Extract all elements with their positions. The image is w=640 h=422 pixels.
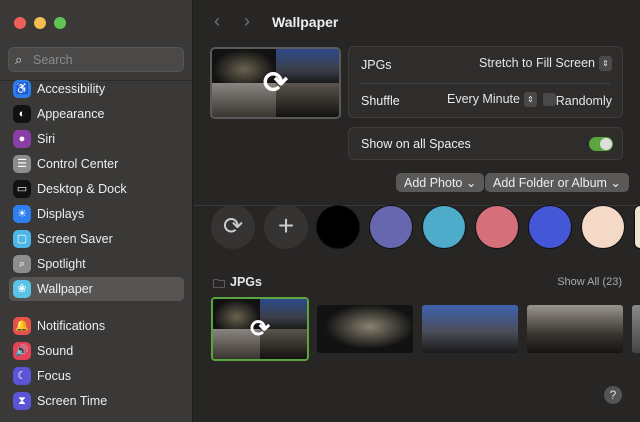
sidebar-item-accessibility[interactable]: ♿ Accessibility: [9, 77, 184, 101]
show-all-link[interactable]: Show All (23): [557, 276, 622, 288]
sidebar-item-wallpaper[interactable]: ❀ Wallpaper: [9, 277, 184, 301]
spaces-card: Show on all Spaces: [348, 127, 623, 160]
shuffle-interval-select[interactable]: Every Minute ⇕: [447, 92, 537, 108]
color-swatch[interactable]: [528, 205, 572, 249]
shuffle-icon: ⟳: [249, 315, 271, 343]
randomly-checkbox[interactable]: [543, 93, 556, 106]
divider: [361, 83, 610, 84]
wallpaper-preview: ⟳: [210, 47, 341, 119]
color-swatch[interactable]: [634, 205, 640, 249]
wallpaper-icon: ❀: [13, 280, 31, 298]
sidebar-item-desktop-dock[interactable]: ▭ Desktop & Dock: [9, 177, 184, 201]
sidebar-item-control-center[interactable]: ☰ Control Center: [9, 152, 184, 176]
sidebar-item-spotlight[interactable]: ⌕ Spotlight: [9, 252, 184, 276]
sidebar: ⌕ Search ♿ Accessibility ◐ Appearance ● Siri ☰…: [0, 0, 193, 422]
divider: [194, 205, 640, 206]
page-title: Wallpaper: [272, 14, 339, 30]
zoom-button[interactable]: [54, 17, 66, 29]
color-swatch[interactable]: [422, 205, 466, 249]
add-photo-button[interactable]: Add Photo ⌄: [396, 173, 485, 192]
color-swatch[interactable]: [316, 205, 360, 249]
control-center-icon: ☰: [13, 155, 31, 173]
sidebar-item-label: Accessibility: [37, 82, 106, 96]
desktop-dock-icon: ▭: [13, 180, 31, 198]
sidebar-item-siri[interactable]: ● Siri: [9, 127, 184, 151]
search-input[interactable]: ⌕ Search: [8, 47, 184, 72]
auto-rotate-button[interactable]: ⟳: [211, 205, 255, 249]
stepper-icon: ⇕: [523, 92, 537, 108]
thumbnail[interactable]: [632, 305, 640, 353]
stepper-icon: ⇕: [599, 56, 612, 72]
color-swatch[interactable]: [581, 205, 625, 249]
randomly-label: Randomly: [555, 94, 612, 108]
main-pane: ‹ › Wallpaper ⟳ JPGs Stretch to Fill Scr…: [194, 0, 640, 422]
accessibility-icon: ♿: [13, 80, 31, 98]
help-button[interactable]: ?: [604, 386, 622, 404]
thumbnail-shuffle[interactable]: ⟳: [211, 297, 309, 361]
sidebar-item-label: Siri: [37, 132, 56, 146]
sidebar-item-label: Wallpaper: [37, 282, 93, 296]
plus-icon: +: [277, 210, 295, 241]
shuffle-icon: ⟳: [262, 66, 289, 100]
sidebar-item-focus[interactable]: ☾ Focus: [9, 364, 184, 388]
notifications-icon: 🔔: [13, 317, 31, 335]
shuffle-label: Shuffle: [361, 94, 400, 108]
add-color-button[interactable]: +: [264, 205, 308, 249]
sidebar-item-label: Screen Time: [37, 394, 108, 408]
thumbnail[interactable]: [527, 305, 623, 353]
sidebar-item-label: Displays: [37, 207, 85, 221]
folder-label: JPGs: [361, 58, 392, 72]
focus-icon: ☾: [13, 367, 31, 385]
show-all-spaces-label: Show on all Spaces: [361, 137, 471, 151]
add-folder-button[interactable]: Add Folder or Album ⌄: [485, 173, 629, 192]
sidebar-item-label: Appearance: [37, 107, 105, 121]
color-swatch[interactable]: [475, 205, 519, 249]
sidebar-item-label: Control Center: [37, 157, 119, 171]
sidebar-item-displays[interactable]: ☀ Displays: [9, 202, 184, 226]
settings-card: JPGs Stretch to Fill Screen ⇕ Shuffle Eve…: [348, 46, 623, 118]
displays-icon: ☀: [13, 205, 31, 223]
sidebar-item-label: Spotlight: [37, 257, 86, 271]
sidebar-item-sound[interactable]: 🔊 Sound: [9, 339, 184, 363]
collection-title: JPGs: [230, 275, 262, 289]
sidebar-item-label: Desktop & Dock: [37, 182, 127, 196]
thumbnail[interactable]: [317, 305, 413, 353]
appearance-icon: ◐: [13, 105, 31, 123]
show-all-spaces-toggle[interactable]: [589, 137, 613, 151]
forward-button[interactable]: ›: [244, 11, 250, 32]
sidebar-item-label: Screen Saver: [37, 232, 113, 246]
thumbnail[interactable]: [422, 305, 518, 353]
sidebar-item-label: Sound: [37, 344, 74, 358]
sound-icon: 🔊: [13, 342, 31, 360]
back-button[interactable]: ‹: [214, 11, 220, 32]
refresh-icon: ⟳: [222, 213, 244, 240]
sidebar-item-appearance[interactable]: ◐ Appearance: [9, 102, 184, 126]
sidebar-item-label: Focus: [37, 369, 72, 383]
minimize-button[interactable]: [34, 17, 46, 29]
search-icon: ⌕: [15, 52, 23, 67]
spotlight-icon: ⌕: [13, 255, 31, 273]
screen-time-icon: ⧗: [13, 392, 31, 410]
folder-icon: 🗀: [213, 277, 226, 291]
sidebar-item-label: Notifications: [37, 319, 106, 333]
fit-select[interactable]: Stretch to Fill Screen ⇕: [479, 56, 612, 72]
color-swatch[interactable]: [369, 205, 413, 249]
screen-saver-icon: ▢: [13, 230, 31, 248]
close-button[interactable]: [14, 17, 26, 29]
sidebar-item-screen-saver[interactable]: ▢ Screen Saver: [9, 227, 184, 251]
sidebar-item-screen-time[interactable]: ⧗ Screen Time: [9, 389, 184, 413]
siri-icon: ●: [13, 130, 31, 148]
sidebar-item-notifications[interactable]: 🔔 Notifications: [9, 314, 184, 338]
